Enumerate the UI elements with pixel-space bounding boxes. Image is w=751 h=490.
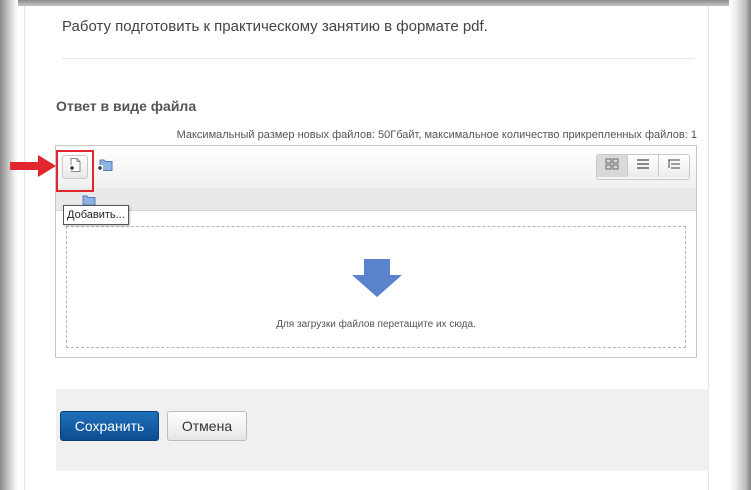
divider [62,58,694,59]
screenshot-frame-right [729,0,751,490]
create-folder-icon [96,157,114,178]
drop-zone-text: Для загрузки файлов перетащите их сюда. [276,319,476,330]
tree-view-button[interactable] [658,155,689,177]
highlight-box [56,150,94,192]
down-arrow-icon [352,259,402,302]
tree-view-icon [667,157,681,175]
save-button[interactable]: Сохранить [60,411,159,441]
assignment-description: Работу подготовить к практическому занят… [62,18,488,35]
cancel-button[interactable]: Отмена [167,411,247,441]
file-limits-text: Максимальный размер новых файлов: 50Гбай… [176,129,697,141]
add-tooltip: Добавить... [63,205,129,225]
annotation-arrow-icon [10,155,56,182]
file-submission-title: Ответ в виде файла [56,98,197,114]
file-manager: Для загрузки файлов перетащите их сюда. [55,145,697,358]
content-border-left [24,6,25,490]
grid-view-icon [605,157,619,175]
file-path-bar [56,188,696,211]
file-manager-toolbar [56,146,696,189]
view-mode-group [596,154,690,180]
file-drop-zone[interactable]: Для загрузки файлов перетащите их сюда. [66,226,686,348]
list-view-icon [636,157,650,175]
create-folder-button[interactable] [92,155,118,179]
grid-view-button[interactable] [597,155,627,177]
screenshot-frame-left [0,0,18,490]
list-view-button[interactable] [627,155,658,177]
